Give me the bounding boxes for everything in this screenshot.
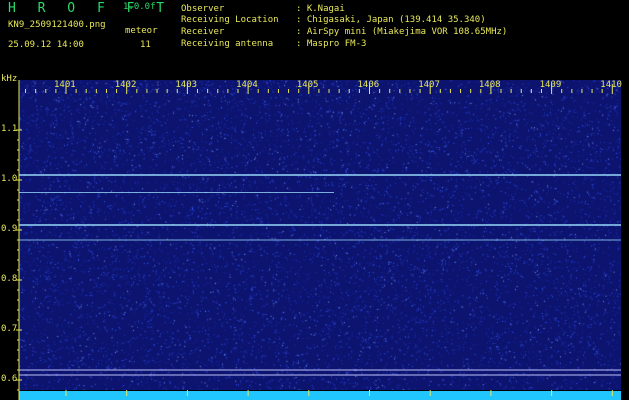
- y-tick-label: 1.0: [1, 174, 18, 184]
- x-tick-label: 1406: [357, 80, 380, 90]
- x-tick-label: 1403: [175, 80, 198, 90]
- y-tick-label: 0.9: [1, 224, 18, 234]
- y-tick-label: 1.1: [1, 124, 18, 134]
- x-tick-label: 1407: [418, 80, 440, 90]
- y-tick-label: 0.8: [1, 274, 18, 284]
- x-tick-label: 1409: [539, 80, 562, 90]
- x-tick-label: 1401: [54, 80, 76, 90]
- x-tick-label: 1404: [236, 80, 258, 90]
- bottom-signal-band: [19, 391, 621, 400]
- x-tick-label: 1402: [114, 80, 137, 90]
- y-tick-label: 0.7: [1, 324, 18, 334]
- spectrogram-overlay: [16, 80, 621, 400]
- y-tick-label: 0.6: [1, 374, 18, 384]
- hrofft-window: H R O F F T 1.0.0f KN9_2509121400.png me…: [0, 0, 629, 400]
- x-tick-label: 1405: [296, 80, 319, 90]
- x-tick-label: 1408: [478, 80, 501, 90]
- x-tick-label: 1410: [600, 80, 622, 90]
